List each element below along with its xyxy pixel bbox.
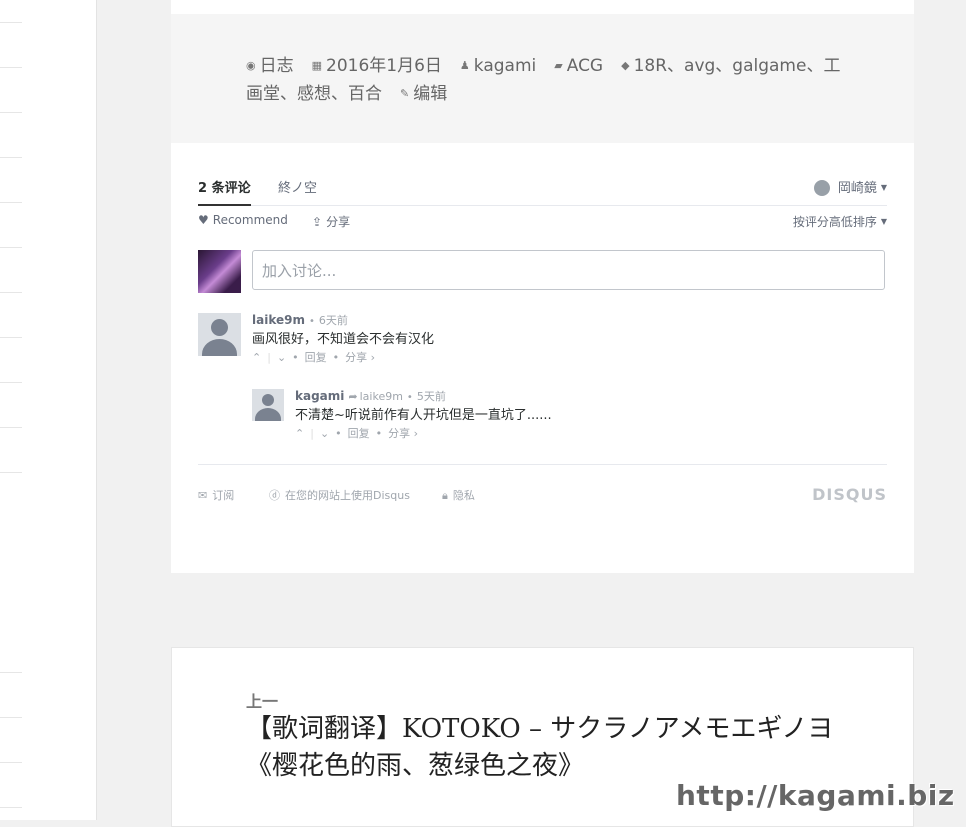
avatar[interactable]: [198, 313, 241, 356]
tab-community[interactable]: 終ノ空: [278, 177, 317, 196]
sidebar-divider: [0, 67, 22, 68]
post-meta: ◉ 日志 ▦ 2016年1月6日 ♟ kagami ▰ ACG ◆ 18R、avg、galgame…: [171, 14, 914, 143]
share-link[interactable]: 分享 ›: [345, 351, 375, 364]
privacy-link[interactable]: 🔒︎ 隐私: [442, 487, 475, 503]
previous-label: 上一: [246, 692, 279, 711]
sort-dropdown[interactable]: 按评分高低排序 ▼: [793, 213, 887, 230]
current-user-avatar: [198, 250, 241, 293]
sidebar-divider: [0, 112, 22, 113]
sidebar-divider: [0, 22, 22, 23]
post-card-bottom: [171, 0, 914, 14]
meta-category[interactable]: ▰ ACG: [554, 52, 603, 80]
user-avatar: [813, 180, 830, 196]
share-link[interactable]: 分享 ›: [388, 427, 418, 440]
downvote-icon[interactable]: ⌄: [320, 427, 329, 440]
calendar-icon: ▦: [311, 59, 323, 72]
comment-text: 画风很好，不知道会不会有汉化: [252, 332, 435, 347]
upvote-icon[interactable]: ⌃: [252, 351, 261, 364]
mail-icon: ✉: [198, 489, 208, 502]
comment-text: 不清楚~听说前作有人开坑但是一直坑了......: [295, 408, 552, 423]
meta-format[interactable]: ◉ 日志: [246, 52, 294, 80]
comment-time[interactable]: 5天前: [417, 390, 446, 403]
meta-date[interactable]: ▦ 2016年1月6日: [312, 52, 442, 80]
user-menu[interactable]: 岡崎鏡 ▼: [813, 177, 887, 196]
disqus-nav: 2 条评论 終ノ空 岡崎鏡 ▼: [198, 177, 887, 206]
left-sidebar: [0, 0, 97, 820]
avatar[interactable]: [252, 389, 284, 421]
reply-link[interactable]: 回复: [305, 351, 327, 364]
sidebar-divider: [0, 337, 22, 338]
sidebar-divider: [0, 427, 22, 428]
reply-to[interactable]: ➦ laike9m: [344, 390, 403, 403]
recommend-button[interactable]: ♥ Recommend: [198, 213, 288, 227]
chevron-down-icon: ▼: [880, 183, 887, 192]
previous-post-title[interactable]: 【歌词翻译】KOTOKO – サクラノアメモエギノヨ《樱花色的雨、葱绿色之夜》: [246, 711, 846, 785]
heart-icon: ♥: [198, 213, 209, 227]
format-icon: ◉: [246, 59, 256, 72]
downvote-icon[interactable]: ⌄: [277, 351, 286, 364]
share-icon: ⇪: [312, 215, 323, 229]
subscribe-link[interactable]: ✉ 订阅: [198, 487, 234, 503]
sidebar-divider: [0, 247, 22, 248]
meta-author[interactable]: ♟ kagami: [460, 52, 536, 80]
reply-arrow-icon: ➦: [348, 390, 358, 403]
disqus-logo-icon: ⓓ: [269, 489, 280, 502]
tab-comments[interactable]: 2 条评论: [198, 177, 251, 206]
chevron-down-icon: ▼: [880, 217, 887, 226]
lock-icon: 🔒︎: [442, 489, 448, 502]
meta-edit[interactable]: ✎ 编辑: [400, 80, 447, 108]
tag-icon: ◆: [621, 59, 630, 72]
sidebar-divider: [0, 807, 22, 808]
sidebar-divider: [0, 672, 22, 673]
add-disqus-link[interactable]: ⓓ 在您的网站上使用Disqus: [269, 487, 410, 503]
sidebar-divider: [0, 762, 22, 763]
folder-icon: ▰: [554, 59, 563, 72]
pencil-icon: ✎: [400, 87, 410, 100]
sidebar-divider: [0, 157, 22, 158]
disqus-footer: ✉ 订阅 ⓓ 在您的网站上使用Disqus 🔒︎ 隐私 DISQUS: [198, 464, 887, 525]
sidebar-divider: [0, 292, 22, 293]
watermark: http://kagami.biz: [676, 779, 955, 812]
upvote-icon[interactable]: ⌃: [295, 427, 304, 440]
disqus-thread: 2 条评论 終ノ空 岡崎鏡 ▼ ♥ Recommend ⇪ 分享 按评分高低排序 ▼ 加…: [171, 143, 914, 573]
user-icon: ♟: [459, 59, 470, 72]
sidebar-divider: [0, 202, 22, 203]
comment-author[interactable]: laike9m: [252, 313, 305, 327]
comment-time[interactable]: 6天前: [319, 314, 348, 327]
comment-author[interactable]: kagami: [295, 389, 344, 403]
reply-link[interactable]: 回复: [348, 427, 370, 440]
sidebar-divider: [0, 472, 22, 473]
disqus-logo[interactable]: DISQUS: [812, 485, 887, 504]
sidebar-divider: [0, 382, 22, 383]
comment-input[interactable]: 加入讨论...: [252, 250, 885, 290]
sidebar-divider: [0, 717, 22, 718]
share-button[interactable]: ⇪ 分享: [312, 213, 350, 230]
